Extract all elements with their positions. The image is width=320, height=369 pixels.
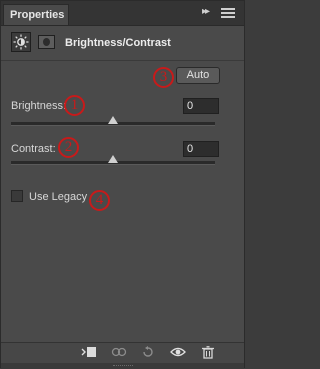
- contrast-label: Contrast:: [11, 143, 56, 155]
- layer-mask-icon[interactable]: [38, 35, 55, 49]
- resize-grip[interactable]: [1, 363, 244, 369]
- tab-properties[interactable]: Properties: [3, 4, 69, 25]
- brightness-slider-thumb[interactable]: [108, 116, 118, 124]
- contrast-slider-thumb[interactable]: [108, 155, 118, 163]
- annotation-marker-2: 2: [58, 137, 79, 158]
- properties-header: Brightness/Contrast: [1, 26, 244, 61]
- previous-state-icon[interactable]: [111, 346, 127, 361]
- trash-icon[interactable]: [200, 346, 216, 362]
- contrast-slider[interactable]: [11, 155, 215, 165]
- auto-button[interactable]: Auto: [176, 67, 220, 84]
- reset-icon[interactable]: [140, 346, 156, 361]
- annotation-marker-4: 4: [89, 190, 110, 211]
- properties-panel: Properties ▸▸ Brightness/Contrast Auto B…: [0, 0, 245, 369]
- clip-to-layer-icon[interactable]: [81, 346, 97, 361]
- contrast-field[interactable]: 0: [183, 141, 219, 157]
- panel-menu-icon[interactable]: [221, 8, 235, 18]
- use-legacy-checkbox[interactable]: [11, 190, 23, 202]
- use-legacy-label: Use Legacy: [29, 191, 88, 203]
- brightness-field[interactable]: 0: [183, 98, 219, 114]
- bottom-toolbar: [1, 342, 244, 363]
- visibility-icon[interactable]: [170, 346, 186, 361]
- brightness-slider[interactable]: [11, 116, 215, 126]
- collapse-panel-icon[interactable]: ▸▸: [202, 6, 210, 17]
- panel-titlebar: Properties ▸▸: [1, 1, 244, 26]
- brightness-label: Brightness:: [11, 100, 67, 112]
- annotation-marker-3: 3: [153, 67, 174, 88]
- adjustment-title: Brightness/Contrast: [65, 37, 171, 49]
- annotation-marker-1: 1: [64, 95, 85, 116]
- brightness-adjustment-icon: [11, 32, 31, 52]
